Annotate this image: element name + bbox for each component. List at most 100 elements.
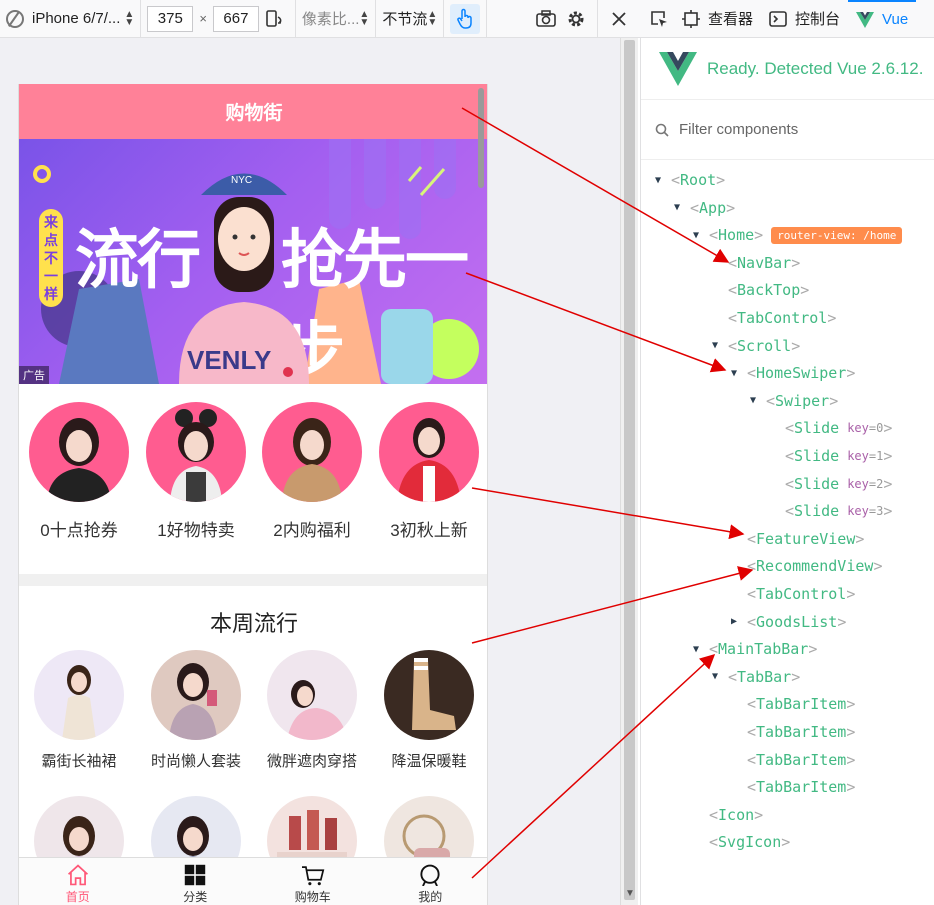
tag-bracket: > xyxy=(873,557,883,576)
tree-node-slide[interactable]: < Slide key =1 > xyxy=(769,444,892,468)
tree-node-home[interactable]: ▼ < Home > router-view: /home xyxy=(693,223,903,247)
component-name: TabControl xyxy=(737,309,828,327)
collapse-arrow-icon[interactable]: ▼ xyxy=(674,202,690,213)
rotate-icon[interactable] xyxy=(259,4,289,34)
prop-key: key xyxy=(847,504,869,519)
tree-node-tabcontrol[interactable]: < TabControl > xyxy=(712,306,836,330)
tree-node-tabbaritem[interactable]: < TabBarItem > xyxy=(731,748,855,772)
tag-bracket: > xyxy=(808,640,818,659)
element-picker-icon[interactable] xyxy=(644,4,674,34)
tag-bracket: > xyxy=(800,281,810,300)
width-input[interactable]: 375 xyxy=(147,5,194,32)
expand-arrow-icon[interactable]: ▶ xyxy=(731,616,747,627)
tab-bar-label: 我的 xyxy=(418,890,443,904)
tag-bracket: < xyxy=(747,364,757,383)
component-name: TabBar xyxy=(737,667,792,686)
close-icon[interactable] xyxy=(604,4,634,34)
gear-icon[interactable] xyxy=(561,4,591,34)
recommend-image xyxy=(379,402,479,502)
collapse-arrow-icon[interactable]: ▼ xyxy=(731,368,747,379)
tree-node-homeswiper[interactable]: ▼ < HomeSwiper > xyxy=(731,361,855,385)
tree-node-tabbaritem[interactable]: < TabBarItem > xyxy=(731,692,855,716)
tag-bracket: > xyxy=(855,529,865,548)
feature-item[interactable]: 微胖遮肉穿搭 xyxy=(262,650,362,771)
viewport-scrollbar[interactable]: ▼ xyxy=(620,38,638,905)
collapse-arrow-icon[interactable]: ▼ xyxy=(655,175,671,186)
touch-cell xyxy=(444,0,488,38)
recommend-view: 0十点抢券 1好物特卖 2内购福利 3初秋上新 xyxy=(19,384,487,574)
viewport-scrollbar-thumb[interactable] xyxy=(624,40,635,900)
component-filter[interactable]: Filter components xyxy=(641,100,934,160)
tree-node-tabbaritem[interactable]: < TabBarItem > xyxy=(731,720,855,744)
phone-scrollbar[interactable] xyxy=(478,88,484,188)
collapse-arrow-icon[interactable]: ▼ xyxy=(750,395,766,406)
tree-node-slide[interactable]: < Slide key =0 > xyxy=(769,416,892,440)
recommend-image xyxy=(146,402,246,502)
tag-bracket: < xyxy=(747,529,757,548)
tree-node-swiper[interactable]: ▼ < Swiper > xyxy=(750,389,838,413)
component-name: SvgIcon xyxy=(718,833,782,852)
feature-image xyxy=(151,650,241,740)
component-name: FeatureView xyxy=(756,529,856,548)
feature-item[interactable]: 霸街长袖裙 xyxy=(29,650,129,771)
tab-bar-item-cart[interactable]: 购物车 xyxy=(254,858,372,905)
feature-item[interactable]: 时尚懒人套装 xyxy=(146,650,246,771)
throttle-selector[interactable]: 不节流 ▲ ▼ xyxy=(376,0,445,38)
recommend-item[interactable]: 2内购福利 xyxy=(262,402,362,541)
tree-node-navbar[interactable]: < NavBar > xyxy=(712,251,800,275)
tree-node-root[interactable]: ▼ < Root > xyxy=(655,168,725,192)
component-name: BackTop xyxy=(737,281,801,300)
filter-placeholder: Filter components xyxy=(679,121,799,138)
tree-node-maintabbar[interactable]: ▼ < MainTabBar > xyxy=(693,637,817,661)
tree-node-featureview[interactable]: < FeatureView > xyxy=(731,527,864,551)
prop-key: key xyxy=(847,476,869,491)
collapse-arrow-icon[interactable]: ▼ xyxy=(693,644,709,655)
prop-key: key xyxy=(847,449,869,463)
size-controls: 375 × 667 xyxy=(141,0,296,38)
tab-inspector[interactable]: 查看器 xyxy=(674,0,761,38)
tree-node-goodslist[interactable]: ▶ < GoodsList > xyxy=(731,610,846,634)
tab-vue[interactable]: Vue xyxy=(848,0,917,38)
tag-bracket: > xyxy=(846,778,856,797)
home-swiper-banner[interactable]: 来点不一样 流行 抢先一步 VENLY NYC 广告 xyxy=(19,139,487,384)
touch-simulation-icon[interactable] xyxy=(450,3,481,34)
tree-node-scroll[interactable]: ▼ < Scroll > xyxy=(712,334,800,358)
tree-node-tabcontrol[interactable]: < TabControl > xyxy=(731,582,855,606)
recommend-item[interactable]: 0十点抢券 xyxy=(29,402,129,541)
tree-node-backtop[interactable]: < BackTop > xyxy=(712,278,809,302)
tree-node-tabbar[interactable]: ▼ < TabBar > xyxy=(712,665,800,689)
tree-node-app[interactable]: ▼ < App > xyxy=(674,196,735,220)
height-input[interactable]: 667 xyxy=(212,5,259,32)
swiper-indicator[interactable] xyxy=(283,367,293,377)
chevron-down-icon[interactable]: ▼ xyxy=(625,888,635,899)
collapse-arrow-icon[interactable]: ▼ xyxy=(712,671,728,682)
tree-node-slide[interactable]: < Slide key =3 > xyxy=(769,499,892,523)
tab-bar-item-category[interactable]: 分类 xyxy=(137,858,255,905)
console-icon xyxy=(769,10,787,27)
recommend-item[interactable]: 1好物特卖 xyxy=(146,402,246,541)
dpr-selector[interactable]: 像素比... ▲ ▼ xyxy=(296,0,377,38)
tag-bracket: > xyxy=(791,667,801,686)
tab-console[interactable]: 控制台 xyxy=(761,0,848,38)
recommend-item[interactable]: 3初秋上新 xyxy=(379,402,479,541)
tree-node-recommendview[interactable]: < RecommendView > xyxy=(731,554,882,578)
dpr-label: 像素比... xyxy=(301,11,360,28)
feature-title: 本周流行 xyxy=(209,611,298,636)
camera-icon[interactable] xyxy=(531,4,561,34)
collapse-arrow-icon[interactable]: ▼ xyxy=(693,230,709,241)
tab-bar-item-profile[interactable]: 我的 xyxy=(372,858,488,905)
tree-node-slide[interactable]: < Slide key =2 > xyxy=(769,472,892,496)
tag-bracket: > xyxy=(883,419,893,438)
recommend-image xyxy=(29,402,129,502)
tab-bar-label: 购物车 xyxy=(294,890,331,904)
device-selector[interactable]: iPhone 6/7/... ▲ ▼ xyxy=(0,0,142,38)
collapse-arrow-icon[interactable]: ▼ xyxy=(712,340,728,351)
feature-label: 微胖遮肉穿搭 xyxy=(266,753,357,770)
tree-node-icon[interactable]: < Icon > xyxy=(693,803,763,827)
tree-node-tabbaritem[interactable]: < TabBarItem > xyxy=(731,775,855,799)
tab-bar-item-home[interactable]: 首页 xyxy=(19,858,137,905)
recommend-label: 0十点抢券 xyxy=(40,521,118,540)
tree-node-svgicon[interactable]: < SvgIcon > xyxy=(693,830,790,854)
feature-item[interactable]: 降温保暖鞋 xyxy=(379,650,479,771)
select-arrows-icon: ▲ ▼ xyxy=(359,8,370,28)
